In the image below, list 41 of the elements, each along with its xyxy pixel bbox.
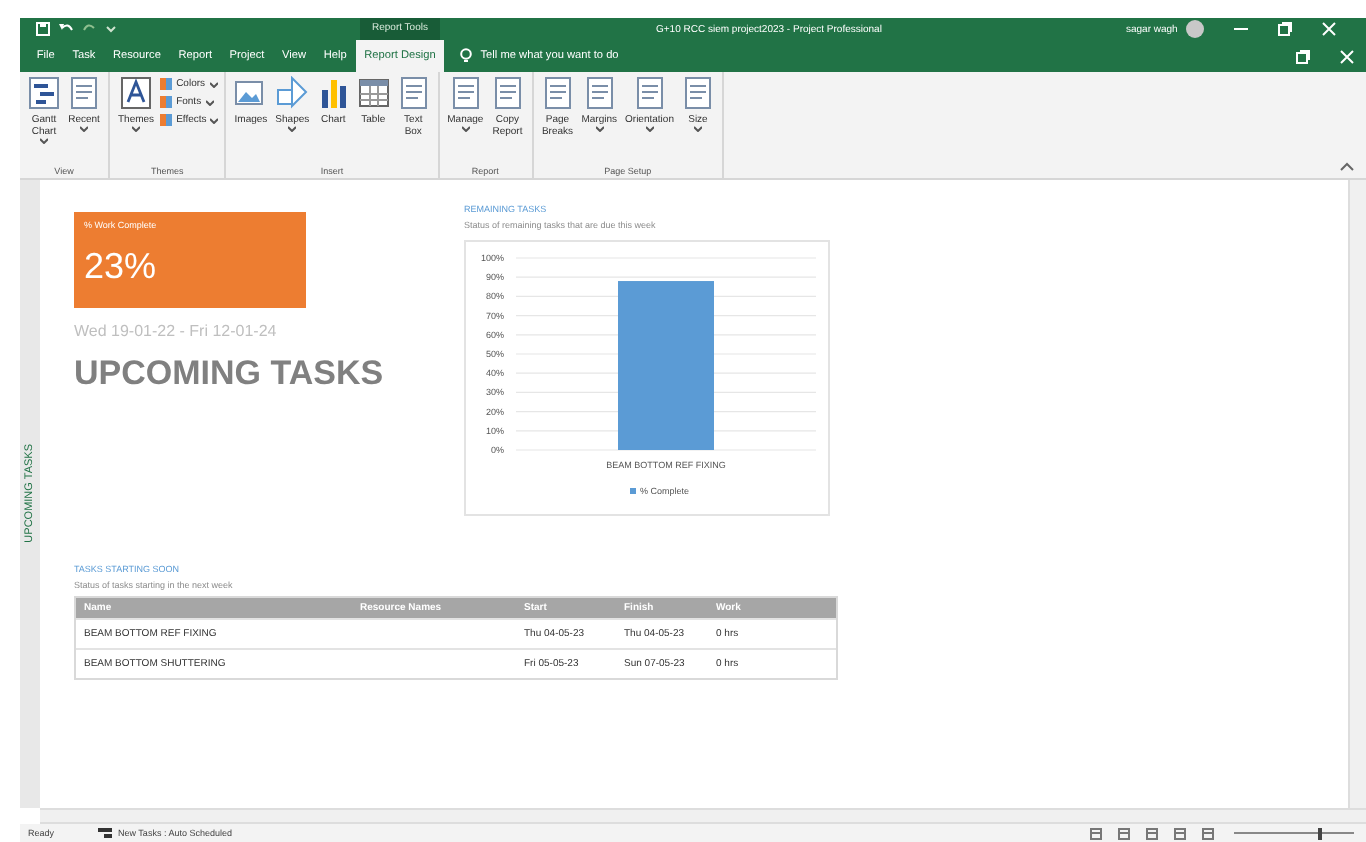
lightbulb-icon[interactable] — [460, 48, 473, 64]
restore-icon[interactable] — [1296, 49, 1310, 63]
view-icon[interactable] — [1146, 827, 1158, 839]
undo-icon[interactable] — [58, 22, 74, 36]
date-range: Wed 19-01-22 - Fri 12-01-24 — [74, 322, 277, 340]
caret-icon[interactable] — [106, 24, 116, 34]
caret-icon — [461, 126, 470, 132]
kpi-value: 23% — [84, 246, 157, 288]
caret-icon — [288, 126, 297, 132]
collapse-ribbon-icon[interactable] — [1340, 162, 1354, 172]
close-icon[interactable] — [1321, 22, 1336, 36]
bar-chart-icon — [317, 76, 350, 110]
close-icon[interactable] — [1340, 49, 1354, 63]
legend-swatch — [630, 488, 636, 494]
swatch-icon — [160, 78, 173, 90]
caret-icon — [205, 99, 214, 105]
view-icon[interactable] — [1202, 827, 1214, 839]
task-mode-icon[interactable] — [98, 828, 113, 838]
swatch-icon — [160, 96, 173, 108]
view-icon[interactable] — [1090, 827, 1102, 839]
caret-icon — [132, 126, 141, 132]
caret-icon — [40, 138, 48, 144]
swatch-icon — [160, 114, 173, 126]
caret-icon — [209, 81, 218, 87]
vertical-scrollbar[interactable] — [1348, 180, 1366, 808]
caret-icon — [645, 126, 654, 132]
view-icon[interactable] — [1118, 827, 1130, 839]
caret-icon — [210, 117, 219, 123]
redo-icon[interactable] — [82, 22, 98, 36]
caret-icon — [80, 126, 88, 132]
caret-icon — [693, 126, 702, 132]
view-icon[interactable] — [1174, 827, 1186, 839]
avatar-icon[interactable] — [1185, 20, 1204, 38]
restore-icon[interactable] — [1277, 22, 1292, 36]
save-icon[interactable] — [36, 22, 50, 36]
report-heading: UPCOMING TASKS — [74, 354, 384, 394]
zoom-thumb[interactable] — [1318, 827, 1323, 839]
minimize-icon[interactable] — [1233, 22, 1248, 36]
horizontal-scrollbar[interactable] — [40, 808, 1366, 824]
zoom-slider[interactable] — [1234, 827, 1354, 839]
caret-icon — [595, 126, 604, 132]
